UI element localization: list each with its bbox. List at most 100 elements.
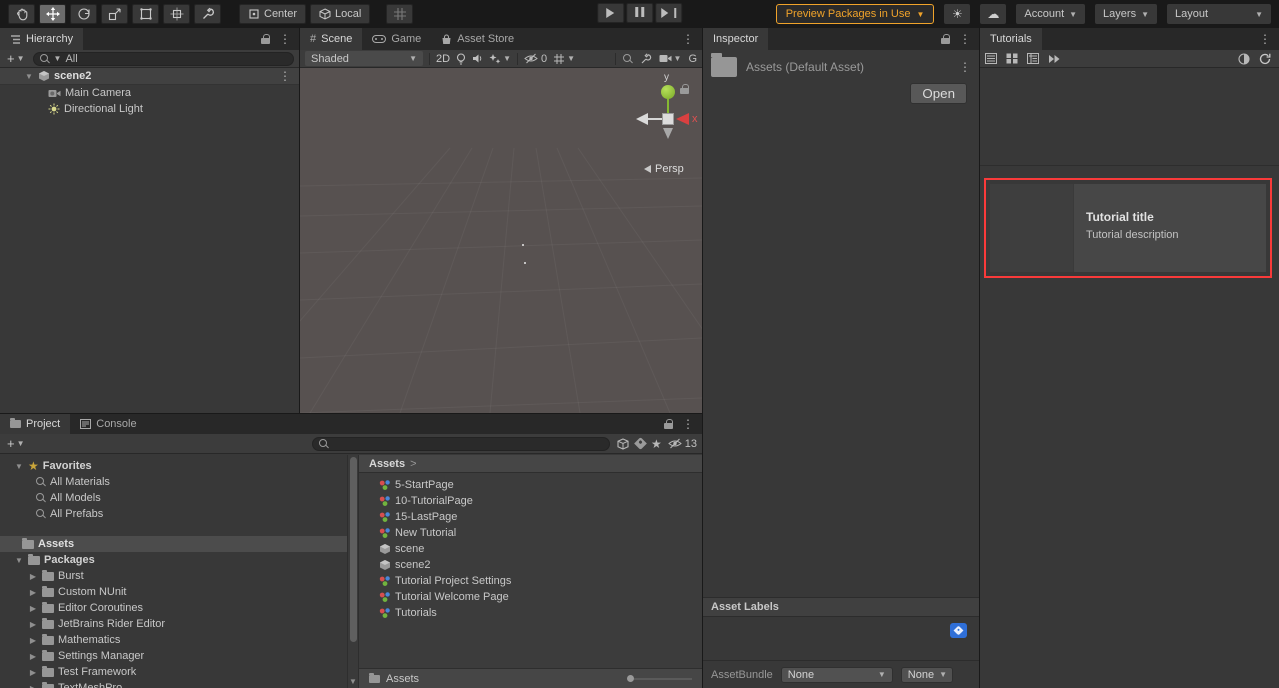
hierarchy-search-input[interactable]: ▼ All <box>33 52 294 66</box>
tree-item-package[interactable]: ▶ Editor Coroutines <box>0 600 347 616</box>
kebab-menu-icon[interactable]: ⋮ <box>959 61 971 73</box>
kebab-menu-icon[interactable]: ⋮ <box>682 418 694 430</box>
list-item[interactable]: 10-TutorialPage <box>379 493 702 509</box>
grid-visibility-dropdown[interactable]: ▼ <box>553 53 575 65</box>
lock-icon[interactable] <box>941 34 951 45</box>
list-view-icon[interactable] <box>985 53 997 64</box>
scale-tool-button[interactable] <box>101 4 128 24</box>
kebab-menu-icon[interactable]: ⋮ <box>279 70 299 82</box>
zoom-slider[interactable] <box>627 675 692 682</box>
open-button[interactable]: Open <box>910 83 967 104</box>
foldout-closed-icon[interactable]: ▶ <box>28 636 38 645</box>
assetbundle-variant-dropdown[interactable]: None ▼ <box>901 667 953 683</box>
kebab-menu-icon[interactable]: ⋮ <box>682 33 694 45</box>
tree-item-package[interactable]: ▶ Settings Manager <box>0 648 347 664</box>
foldout-closed-icon[interactable]: ▶ <box>28 652 38 661</box>
lock-icon[interactable] <box>664 419 674 430</box>
list-item[interactable]: scene2 <box>379 557 702 573</box>
tab-asset-store[interactable]: Asset Store <box>431 28 524 50</box>
tree-item-package[interactable]: ▶ TextMeshPro <box>0 680 347 688</box>
gizmo-center-cube[interactable] <box>662 113 674 125</box>
space-mode-button[interactable]: Local <box>310 4 370 24</box>
create-button[interactable]: +▼ <box>5 51 27 66</box>
breadcrumb-assets[interactable]: Assets <box>369 458 405 470</box>
foldout-closed-icon[interactable]: ▶ <box>28 620 38 629</box>
tree-item-favorites[interactable]: ▼ ★ Favorites <box>0 458 347 474</box>
hierarchy-item-directional-light[interactable]: Directional Light <box>0 101 299 117</box>
skip-forward-icon[interactable] <box>1048 54 1061 64</box>
foldout-closed-icon[interactable]: ▶ <box>28 604 38 613</box>
x-axis-handle[interactable] <box>676 113 689 125</box>
grid-view-icon[interactable] <box>1006 53 1018 64</box>
step-button[interactable] <box>655 3 683 23</box>
play-button[interactable] <box>597 3 624 23</box>
scrollbar-thumb[interactable] <box>350 457 357 642</box>
project-search-input[interactable] <box>312 437 610 451</box>
audio-toggle-icon[interactable] <box>472 53 483 64</box>
search-icon[interactable] <box>623 54 633 64</box>
tools-icon[interactable] <box>640 53 652 65</box>
tree-item-all-prefabs[interactable]: All Prefabs <box>0 506 347 522</box>
preview-packages-button[interactable]: Preview Packages in Use ▼ <box>776 4 935 24</box>
account-dropdown[interactable]: Account ▼ <box>1016 4 1085 24</box>
tab-inspector[interactable]: Inspector <box>703 28 768 50</box>
unity-services-button[interactable]: ☀ <box>944 4 970 24</box>
neg-y-axis-handle[interactable] <box>663 128 673 139</box>
hand-tool-button[interactable] <box>8 4 35 24</box>
foldout-open-icon[interactable]: ▼ <box>14 462 24 471</box>
projection-toggle[interactable]: Persp <box>644 163 684 175</box>
kebab-menu-icon[interactable]: ⋮ <box>1259 33 1271 45</box>
layers-dropdown[interactable]: Layers ▼ <box>1095 4 1157 24</box>
tab-tutorials[interactable]: Tutorials <box>980 28 1042 50</box>
details-view-icon[interactable] <box>1027 53 1039 64</box>
scene-header-row[interactable]: ▼ scene2 ⋮ <box>0 68 299 85</box>
kebab-menu-icon[interactable]: ⋮ <box>279 33 291 45</box>
tab-console[interactable]: Console <box>70 414 146 434</box>
tree-item-package[interactable]: ▶ Test Framework <box>0 664 347 680</box>
gizmos-dropdown[interactable]: G <box>688 53 697 65</box>
asset-labels-header[interactable]: Asset Labels <box>703 597 979 617</box>
scene-canvas[interactable]: y x Persp <box>300 68 702 413</box>
cloud-button[interactable]: ☁ <box>980 4 1006 24</box>
list-item[interactable]: Tutorial Welcome Page <box>379 589 702 605</box>
list-item[interactable]: New Tutorial <box>379 525 702 541</box>
kebab-menu-icon[interactable]: ⋮ <box>959 33 971 45</box>
z-axis-handle[interactable] <box>636 113 648 125</box>
list-item[interactable]: Tutorial Project Settings <box>379 573 702 589</box>
visibility-icon[interactable] <box>1238 53 1250 65</box>
label-tag-button[interactable] <box>950 623 967 638</box>
hidden-packages-toggle[interactable]: 13 <box>668 438 697 450</box>
list-item[interactable]: Tutorials <box>379 605 702 621</box>
tree-item-all-materials[interactable]: All Materials <box>0 474 347 490</box>
tree-item-package[interactable]: ▶ Custom NUnit <box>0 584 347 600</box>
foldout-closed-icon[interactable]: ▶ <box>28 572 38 581</box>
y-axis-handle[interactable] <box>661 85 675 99</box>
custom-tool-button[interactable] <box>194 4 221 24</box>
pause-button[interactable] <box>626 3 653 23</box>
move-tool-button[interactable] <box>39 4 66 24</box>
tree-item-package[interactable]: ▶ JetBrains Rider Editor <box>0 616 347 632</box>
shading-mode-dropdown[interactable]: Shaded ▼ <box>305 51 423 66</box>
grid-snap-button[interactable] <box>386 4 413 24</box>
rect-tool-button[interactable] <box>132 4 159 24</box>
project-tree-scrollbar[interactable]: ▼ <box>347 455 359 688</box>
camera-settings-dropdown[interactable]: ▼ <box>659 54 682 63</box>
refresh-icon[interactable] <box>1259 53 1271 65</box>
tab-project[interactable]: Project <box>0 414 70 434</box>
tutorial-card[interactable]: Tutorial title Tutorial description <box>990 184 1266 272</box>
scroll-down-icon[interactable]: ▼ <box>348 677 358 686</box>
list-item[interactable]: 15-LastPage <box>379 509 702 525</box>
search-by-label-icon[interactable] <box>634 437 647 450</box>
transform-tool-button[interactable] <box>163 4 190 24</box>
foldout-open-icon[interactable]: ▼ <box>24 72 34 81</box>
foldout-closed-icon[interactable]: ▶ <box>28 588 38 597</box>
tree-item-packages[interactable]: ▼ Packages <box>0 552 347 568</box>
lock-icon[interactable] <box>261 34 271 45</box>
scene-visibility-toggle[interactable]: 0 <box>524 53 547 65</box>
tab-game[interactable]: Game <box>362 28 431 50</box>
tree-item-assets[interactable]: Assets <box>0 536 347 552</box>
2d-toggle[interactable]: 2D <box>436 53 450 65</box>
tab-hierarchy[interactable]: Hierarchy <box>0 28 83 50</box>
foldout-closed-icon[interactable]: ▶ <box>28 668 38 677</box>
lighting-toggle-icon[interactable] <box>456 53 466 65</box>
